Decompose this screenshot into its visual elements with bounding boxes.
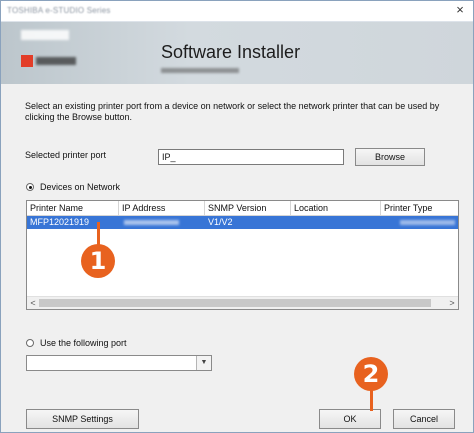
col-snmp-version[interactable]: SNMP Version: [205, 201, 291, 215]
horizontal-scrollbar[interactable]: < >: [27, 296, 458, 309]
callout-2-badge: 2: [354, 357, 388, 391]
printer-type-cell: [400, 220, 455, 225]
brand-logo: [21, 30, 69, 40]
col-printer-type[interactable]: Printer Type: [381, 201, 458, 215]
close-icon[interactable]: ×: [453, 3, 467, 17]
port-combobox[interactable]: ▼: [26, 355, 212, 371]
product-logo-word: [36, 57, 76, 65]
devices-radio[interactable]: [26, 183, 34, 191]
title-bar: TOSHIBA e-STUDIO Series ×: [1, 1, 473, 22]
col-ip-address[interactable]: IP Address: [119, 201, 205, 215]
window-title: TOSHIBA e-STUDIO Series: [7, 6, 111, 15]
following-port-label: Use the following port: [40, 338, 127, 348]
printer-name-cell: MFP12021919: [30, 217, 90, 227]
chevron-down-icon[interactable]: ▼: [196, 356, 211, 370]
banner-subtitle: [161, 68, 239, 73]
callout-2-pointer: [370, 389, 373, 411]
scroll-right-icon[interactable]: >: [446, 297, 458, 309]
cancel-button[interactable]: Cancel: [393, 409, 455, 429]
ip-address-cell: [124, 220, 179, 225]
devices-radio-label: Devices on Network: [40, 182, 121, 192]
instructions-text: Select an existing printer port from a d…: [25, 101, 440, 122]
col-printer-name[interactable]: Printer Name: [27, 201, 119, 215]
ok-button[interactable]: OK: [319, 409, 381, 429]
following-port-radio[interactable]: [26, 339, 34, 347]
product-logo-icon: [21, 55, 33, 67]
callout-1-pointer: [97, 222, 100, 246]
scroll-left-icon[interactable]: <: [27, 297, 39, 309]
scroll-thumb[interactable]: [39, 299, 431, 307]
col-location[interactable]: Location: [291, 201, 381, 215]
banner-title: Software Installer: [161, 42, 301, 62]
callout-1-badge: 1: [81, 244, 115, 278]
browse-button[interactable]: Browse: [355, 148, 425, 166]
snmp-version-cell: V1/V2: [208, 217, 233, 227]
installer-window: TOSHIBA e-STUDIO Series × Software Insta…: [0, 0, 474, 433]
port-label: Selected printer port: [25, 150, 107, 160]
list-header: Printer Name IP Address SNMP Version Loc…: [27, 201, 458, 216]
snmp-settings-button[interactable]: SNMP Settings: [26, 409, 139, 429]
printer-port-field[interactable]: IP_: [158, 149, 344, 165]
table-row[interactable]: MFP12021919 V1/V2: [27, 216, 458, 229]
installer-banner: Software Installer: [1, 22, 473, 84]
